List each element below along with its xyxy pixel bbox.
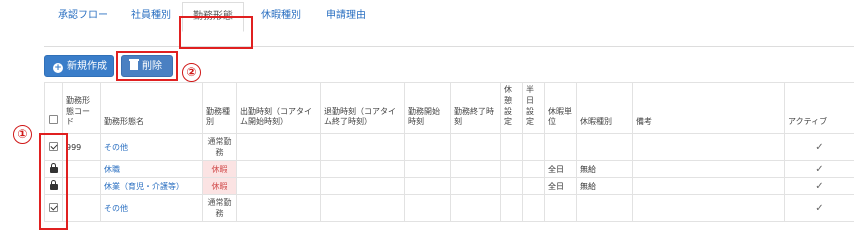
code-cell — [62, 177, 101, 196]
highlight-tab-box — [179, 16, 253, 49]
name-link[interactable]: その他 — [100, 133, 203, 162]
category-cell: 休暇 — [202, 177, 237, 196]
header-name[interactable]: 勤務形態名 — [100, 81, 203, 135]
active-check-icon: ✓ — [784, 133, 854, 162]
table-header-row: 勤務形態コード 勤務形態名 勤務種別 出勤時刻（コアタイム開始時刻） 退勤時刻（… — [44, 81, 854, 135]
active-check-icon: ✓ — [784, 160, 854, 179]
table-row[interactable]: 休職 休暇 全日 無給 ✓ — [44, 160, 854, 179]
tab-approval-flow[interactable]: 承認フロー — [48, 2, 118, 30]
new-button-label: 新規作成 — [67, 61, 107, 72]
active-check-icon: ✓ — [784, 194, 854, 223]
header-holiday-unit[interactable]: 休暇単位 — [544, 81, 577, 135]
header-work-end[interactable]: 勤務終了時刻 — [450, 81, 501, 135]
holiday-unit-cell: 全日 — [544, 160, 577, 179]
category-cell: 休暇 — [202, 160, 237, 179]
table-row[interactable]: 休業（育児・介護等） 休暇 全日 無給 ✓ — [44, 177, 854, 196]
plus-circle-icon: + — [53, 63, 63, 73]
holiday-type-cell: 無給 — [576, 160, 633, 179]
code-cell — [62, 194, 101, 223]
header-work-start[interactable]: 勤務開始時刻 — [404, 81, 451, 135]
holiday-unit-cell — [544, 133, 577, 162]
header-holiday-type[interactable]: 休暇種別 — [576, 81, 633, 135]
header-note[interactable]: 備考 — [632, 81, 785, 135]
tab-application-reason[interactable]: 申請理由 — [316, 2, 376, 30]
name-link[interactable]: 休業（育児・介護等） — [100, 177, 203, 196]
code-cell — [62, 160, 101, 179]
table-row[interactable]: 999 その他 通常勤務 ✓ — [44, 133, 854, 162]
header-break[interactable]: 休憩設定 — [500, 81, 523, 135]
highlight-select-column-box — [39, 133, 68, 230]
name-link[interactable]: 休職 — [100, 160, 203, 179]
tab-employee-type[interactable]: 社員種別 — [121, 2, 181, 30]
work-pattern-table: 勤務形態コード 勤務形態名 勤務種別 出勤時刻（コアタイム開始時刻） 退勤時刻（… — [44, 81, 854, 223]
category-cell: 通常勤務 — [202, 133, 237, 162]
header-halfday[interactable]: 半日設定 — [522, 81, 545, 135]
category-cell: 通常勤務 — [202, 194, 237, 223]
select-all-checkbox[interactable] — [49, 115, 58, 125]
holiday-unit-cell — [544, 194, 577, 223]
header-active[interactable]: アクティブ — [784, 81, 854, 135]
code-cell: 999 — [62, 133, 101, 162]
header-code[interactable]: 勤務形態コード — [62, 81, 101, 135]
header-start-time[interactable]: 出勤時刻（コアタイム開始時刻） — [236, 81, 321, 135]
annotation-number-one: ① — [13, 125, 32, 144]
tab-holiday-type[interactable]: 休暇種別 — [251, 2, 311, 30]
holiday-type-cell — [576, 194, 633, 223]
select-all-header — [44, 81, 63, 135]
header-end-time[interactable]: 退勤時刻（コアタイム終了時刻） — [320, 81, 405, 135]
name-link[interactable]: その他 — [100, 194, 203, 223]
holiday-unit-cell: 全日 — [544, 177, 577, 196]
table-row[interactable]: その他 通常勤務 ✓ — [44, 194, 854, 223]
highlight-delete-box — [116, 51, 178, 81]
holiday-type-cell: 無給 — [576, 177, 633, 196]
new-button[interactable]: + 新規作成 — [44, 55, 114, 77]
header-category[interactable]: 勤務種別 — [202, 81, 237, 135]
active-check-icon: ✓ — [784, 177, 854, 196]
holiday-type-cell — [576, 133, 633, 162]
annotation-number-two: ② — [182, 63, 201, 82]
